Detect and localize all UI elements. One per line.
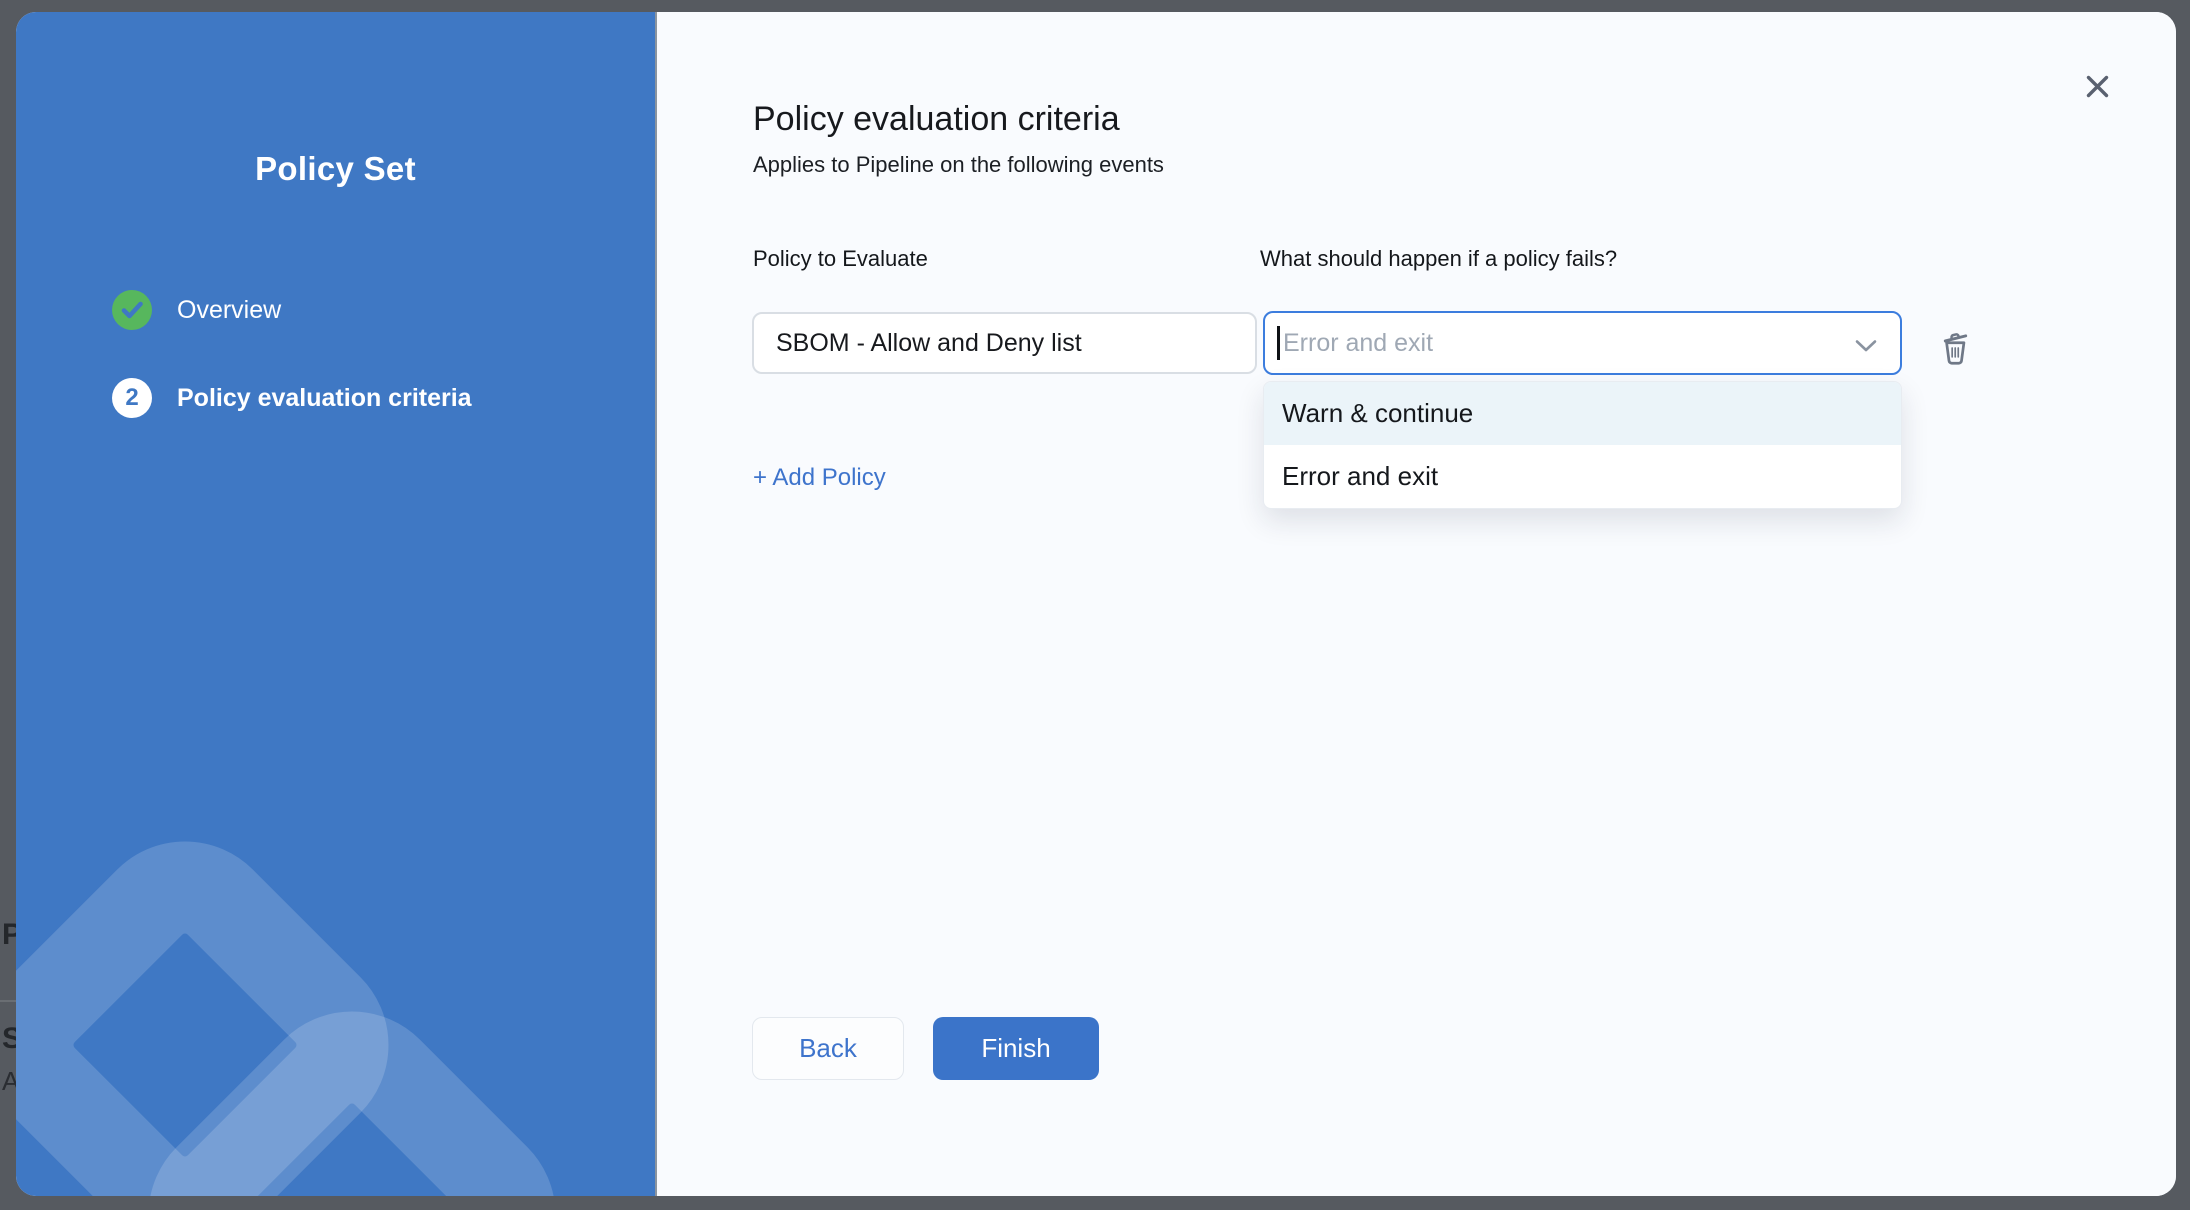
wizard-sidebar: Policy Set Overview 2 Policy evaluation … [16, 12, 657, 1196]
back-button[interactable]: Back [752, 1017, 904, 1080]
step-overview[interactable]: Overview [112, 290, 472, 330]
policy-evaluation-panel: Policy evaluation criteria Applies to Pi… [657, 12, 2176, 1196]
background-text-fragment: A [2, 1066, 16, 1097]
policy-set-modal: Policy Set Overview 2 Policy evaluation … [16, 12, 2176, 1196]
step-label: Overview [177, 296, 281, 325]
delete-policy-button[interactable] [1933, 326, 1977, 370]
background-text-fragment: P [2, 918, 16, 952]
chevron-down-icon [1854, 339, 1878, 353]
text-cursor [1277, 326, 1280, 360]
finish-button[interactable]: Finish [933, 1017, 1099, 1080]
brand-watermark-logo [16, 12, 655, 1196]
policy-to-evaluate-label: Policy to Evaluate [753, 246, 928, 272]
fail-action-placeholder: Error and exit [1283, 329, 1433, 358]
close-icon [2084, 73, 2111, 100]
step-policy-evaluation-criteria[interactable]: 2 Policy evaluation criteria [112, 378, 472, 418]
check-circle-icon [112, 290, 152, 330]
fail-action-combobox[interactable]: Error and exit [1263, 311, 1902, 375]
trash-icon [1934, 327, 1976, 369]
step-number-badge: 2 [112, 378, 152, 418]
policy-fail-label: What should happen if a policy fails? [1260, 246, 1617, 272]
close-button[interactable] [2077, 66, 2117, 106]
wizard-steps: Overview 2 Policy evaluation criteria [112, 290, 472, 418]
add-policy-link[interactable]: + Add Policy [753, 464, 886, 492]
policy-select-value: SBOM - Allow and Deny list [776, 329, 1082, 358]
dropdown-option-warn-continue[interactable]: Warn & continue [1264, 382, 1901, 445]
background-text-fragment: S [2, 1022, 16, 1056]
wizard-title: Policy Set [16, 150, 655, 188]
background-page-strip: P S A [0, 0, 16, 1210]
dropdown-option-error-exit[interactable]: Error and exit [1264, 445, 1901, 508]
step-label: Policy evaluation criteria [177, 384, 472, 413]
fail-action-dropdown-menu: Warn & continue Error and exit [1263, 381, 1902, 509]
policy-select-field[interactable]: SBOM - Allow and Deny list [752, 312, 1257, 374]
background-divider [0, 1000, 16, 1002]
panel-subtitle: Applies to Pipeline on the following eve… [753, 152, 1164, 178]
panel-title: Policy evaluation criteria [753, 100, 1120, 139]
